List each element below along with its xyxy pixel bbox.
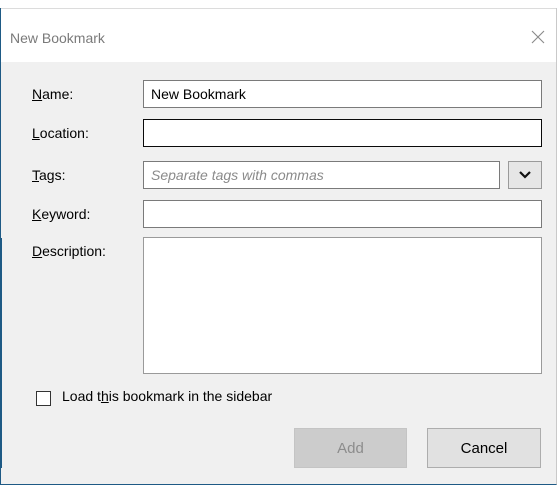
tags-label-mnemonic: T: [32, 167, 39, 183]
location-label-mnemonic: L: [32, 125, 40, 141]
description-label: Description:: [32, 243, 106, 259]
tags-field[interactable]: Separate tags with commas: [143, 161, 500, 189]
title-bar: New Bookmark: [1, 8, 556, 62]
name-label-mnemonic: N: [32, 86, 43, 102]
description-label-text: escription:: [42, 243, 106, 259]
close-icon: [531, 30, 545, 44]
close-button[interactable]: [524, 23, 552, 51]
keyword-field[interactable]: [143, 200, 542, 228]
name-field[interactable]: New Bookmark: [143, 80, 542, 108]
tags-label: Tags:: [32, 167, 65, 183]
location-field[interactable]: [143, 119, 542, 147]
tags-label-text: ags:: [39, 167, 66, 183]
keyword-label-mnemonic: K: [32, 206, 42, 222]
sidebar-checkbox[interactable]: [36, 391, 51, 406]
chevron-down-icon: [519, 171, 531, 179]
description-textarea[interactable]: [143, 237, 542, 374]
location-label: Location:: [32, 125, 89, 141]
location-label-text: ocation:: [39, 125, 89, 141]
name-value: New Bookmark: [151, 86, 246, 102]
dialog-title: New Bookmark: [10, 30, 105, 46]
sidebar-label-post: is bookmark in the sidebar: [108, 388, 273, 404]
window-edge: [0, 238, 2, 468]
sidebar-checkbox-label[interactable]: Load this bookmark in the sidebar: [62, 388, 272, 404]
keyword-label-text: eyword:: [41, 206, 91, 222]
tags-dropdown-button[interactable]: [508, 161, 542, 189]
name-label: Name:: [32, 86, 73, 102]
description-label-mnemonic: D: [32, 243, 43, 259]
tags-placeholder: Separate tags with commas: [151, 167, 324, 183]
sidebar-label-mnemonic: h: [100, 388, 109, 404]
name-label-text: ame:: [42, 86, 74, 102]
keyword-label: Keyword:: [32, 206, 90, 222]
sidebar-label-pre: Load t: [62, 388, 101, 404]
cancel-button[interactable]: Cancel: [427, 428, 541, 468]
add-button[interactable]: Add: [294, 428, 407, 468]
